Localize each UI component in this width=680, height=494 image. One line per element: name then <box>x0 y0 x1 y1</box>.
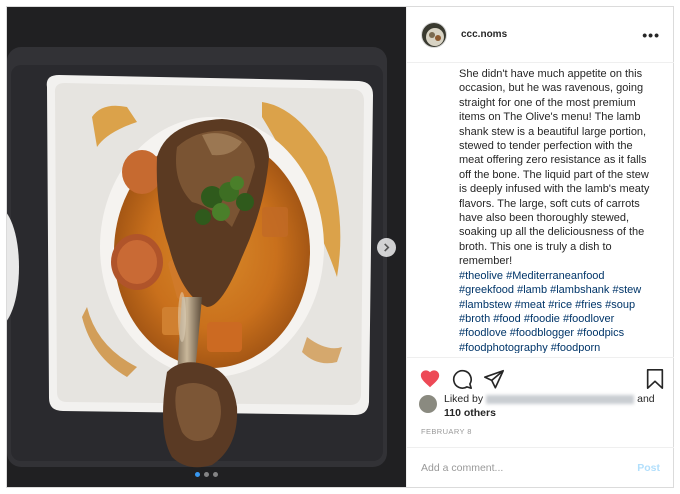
lamb-shank-stew-image <box>7 7 406 487</box>
post-side-panel: ccc.noms ••• She didn't have much appeti… <box>406 7 674 487</box>
caption-text: She didn't have much appetite on this oc… <box>459 68 650 268</box>
carousel-dot <box>204 472 209 477</box>
chevron-right-icon <box>384 243 390 252</box>
carousel-dot-active <box>195 472 200 477</box>
liker-avatar[interactable] <box>419 395 437 413</box>
post-comment-button[interactable]: Post <box>637 462 660 474</box>
liked-by-names-redacted <box>486 394 635 404</box>
post-photo[interactable] <box>7 7 406 487</box>
carousel-indicator <box>7 472 406 477</box>
likes-and: and <box>637 393 655 405</box>
likes-summary: Liked by and 110 others <box>419 392 664 420</box>
likes-prefix: Liked by <box>444 393 484 405</box>
carousel-dot <box>213 472 218 477</box>
caption-hashtags[interactable]: #theolive #Mediterraneanfood #greekfood … <box>459 269 659 353</box>
share-icon[interactable] <box>483 368 505 390</box>
avatar[interactable] <box>421 21 447 48</box>
bookmark-icon[interactable] <box>644 368 666 390</box>
post-header: ccc.noms ••• <box>407 7 674 63</box>
likes-others-link[interactable]: 110 others <box>444 407 496 419</box>
post-caption: She didn't have much appetite on this oc… <box>459 67 659 353</box>
likes-text: Liked by and 110 others <box>444 392 655 420</box>
comment-icon[interactable] <box>451 368 473 390</box>
username[interactable]: ccc.noms <box>461 29 507 40</box>
more-icon[interactable]: ••• <box>642 28 660 42</box>
heart-icon[interactable] <box>419 368 441 390</box>
comment-bar: Post <box>407 447 674 487</box>
post-date: FEBRUARY 8 <box>421 427 472 436</box>
instagram-post: ccc.noms ••• She didn't have much appeti… <box>6 6 674 488</box>
carousel-next-button[interactable] <box>377 238 396 257</box>
comment-input[interactable] <box>421 461 638 474</box>
avatar-image <box>422 22 446 47</box>
